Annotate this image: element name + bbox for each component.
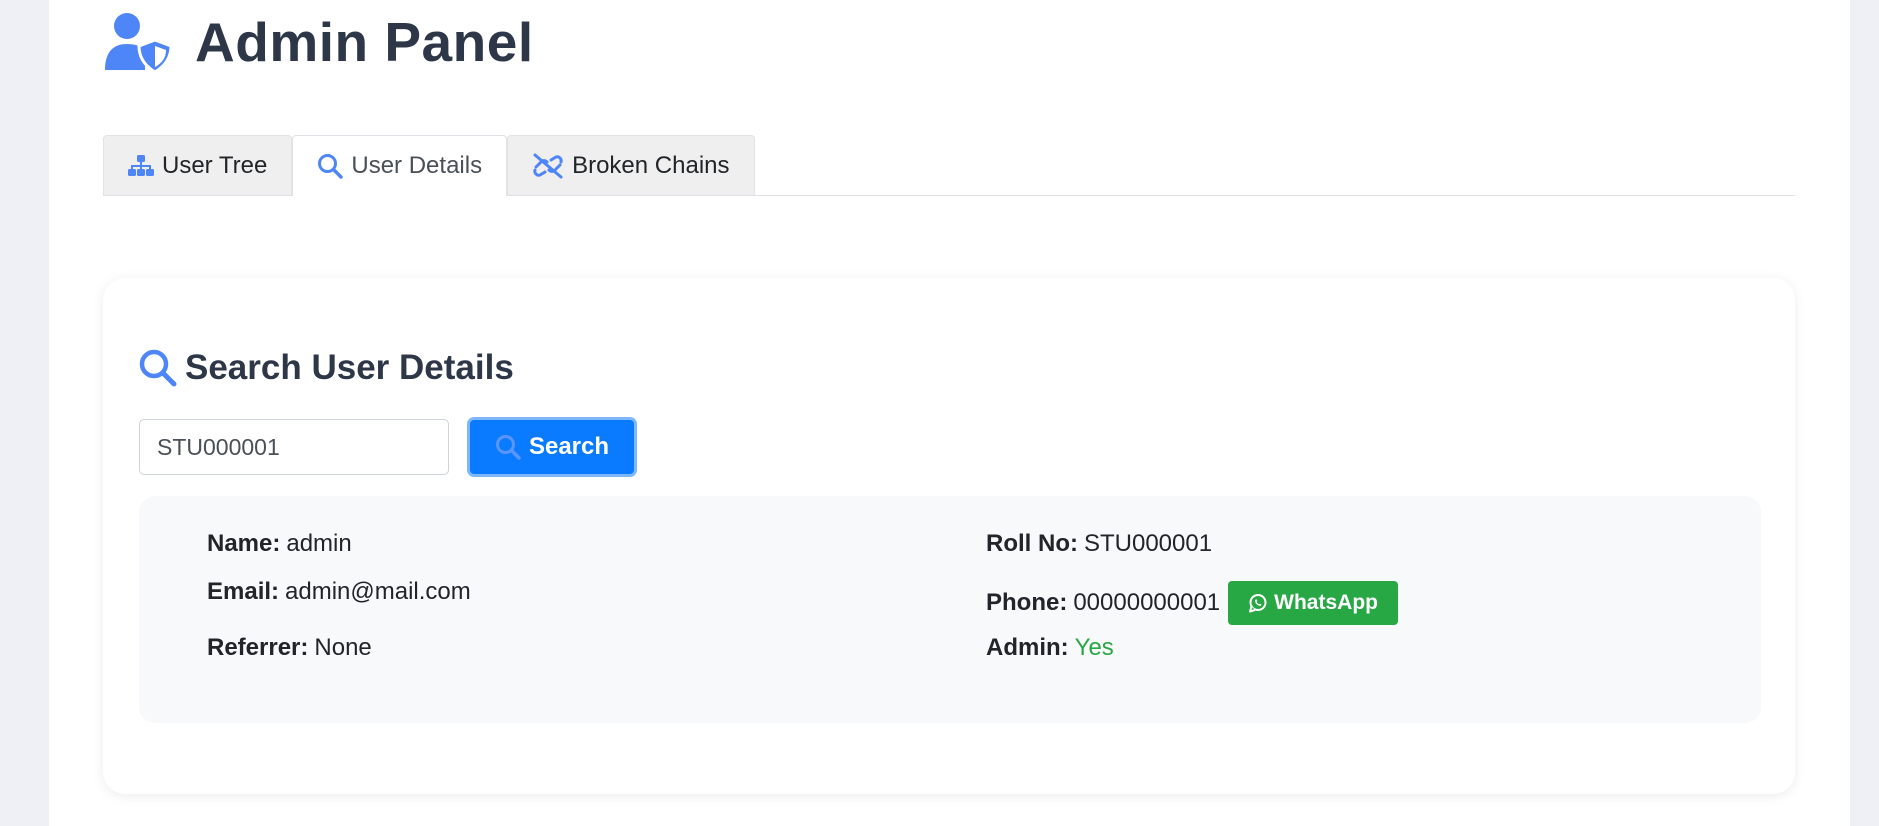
search-card: Search User Details Search Name: admin E… (103, 278, 1795, 794)
whatsapp-icon (1249, 594, 1267, 613)
email-value: admin@mail.com (285, 578, 471, 605)
tab-user-details[interactable]: User Details (292, 135, 508, 196)
tab-label: User Tree (162, 151, 268, 179)
field-label: Name: (207, 530, 281, 557)
field-label: Roll No: (986, 530, 1078, 557)
user-shield-icon (105, 13, 173, 72)
name-field: Name: admin (207, 530, 352, 558)
tab-broken-chains[interactable]: Broken Chains (507, 135, 755, 195)
search-icon (139, 349, 177, 387)
search-icon (318, 154, 344, 179)
roll-no-value: STU000001 (1083, 530, 1213, 557)
whatsapp-button-label: WhatsApp (1274, 591, 1378, 614)
section-title-text: Search User Details (185, 348, 514, 387)
name-value: admin (286, 530, 352, 557)
search-row: Search (139, 417, 637, 477)
referrer-field: Referrer: None (207, 634, 372, 662)
tab-label: User Details (351, 152, 483, 179)
referrer-value: None (314, 634, 372, 661)
search-icon (495, 435, 521, 460)
search-input[interactable] (139, 419, 449, 475)
admin-field: Admin: Yes (986, 634, 1114, 662)
field-label: Phone: (986, 589, 1068, 616)
phone-field: Phone: 00000000001 WhatsApp (986, 581, 1398, 625)
admin-status-value: Yes (1074, 634, 1114, 661)
tab-bar: User Tree User Details Broken Chains (103, 135, 1795, 196)
sitemap-icon (128, 154, 154, 176)
whatsapp-button[interactable]: WhatsApp (1228, 581, 1398, 625)
field-label: Admin: (986, 634, 1069, 661)
tab-user-tree[interactable]: User Tree (103, 135, 293, 195)
user-details-panel: Name: admin Email: admin@mail.com Referr… (139, 496, 1761, 723)
page-container: Admin Panel User Tree User Details Broke… (49, 0, 1850, 826)
field-label: Email: (207, 578, 280, 605)
tab-label: Broken Chains (572, 151, 730, 179)
phone-value: 00000000001 (1073, 589, 1221, 616)
section-title: Search User Details (139, 348, 514, 388)
roll-no-field: Roll No: STU000001 (986, 530, 1212, 558)
search-button-label: Search (528, 433, 610, 460)
page-title: Admin Panel (195, 11, 534, 73)
email-field: Email: admin@mail.com (207, 578, 471, 606)
search-button[interactable]: Search (467, 417, 637, 477)
unlink-icon (533, 153, 563, 178)
page-header: Admin Panel (103, 10, 534, 74)
field-label: Referrer: (207, 634, 309, 661)
